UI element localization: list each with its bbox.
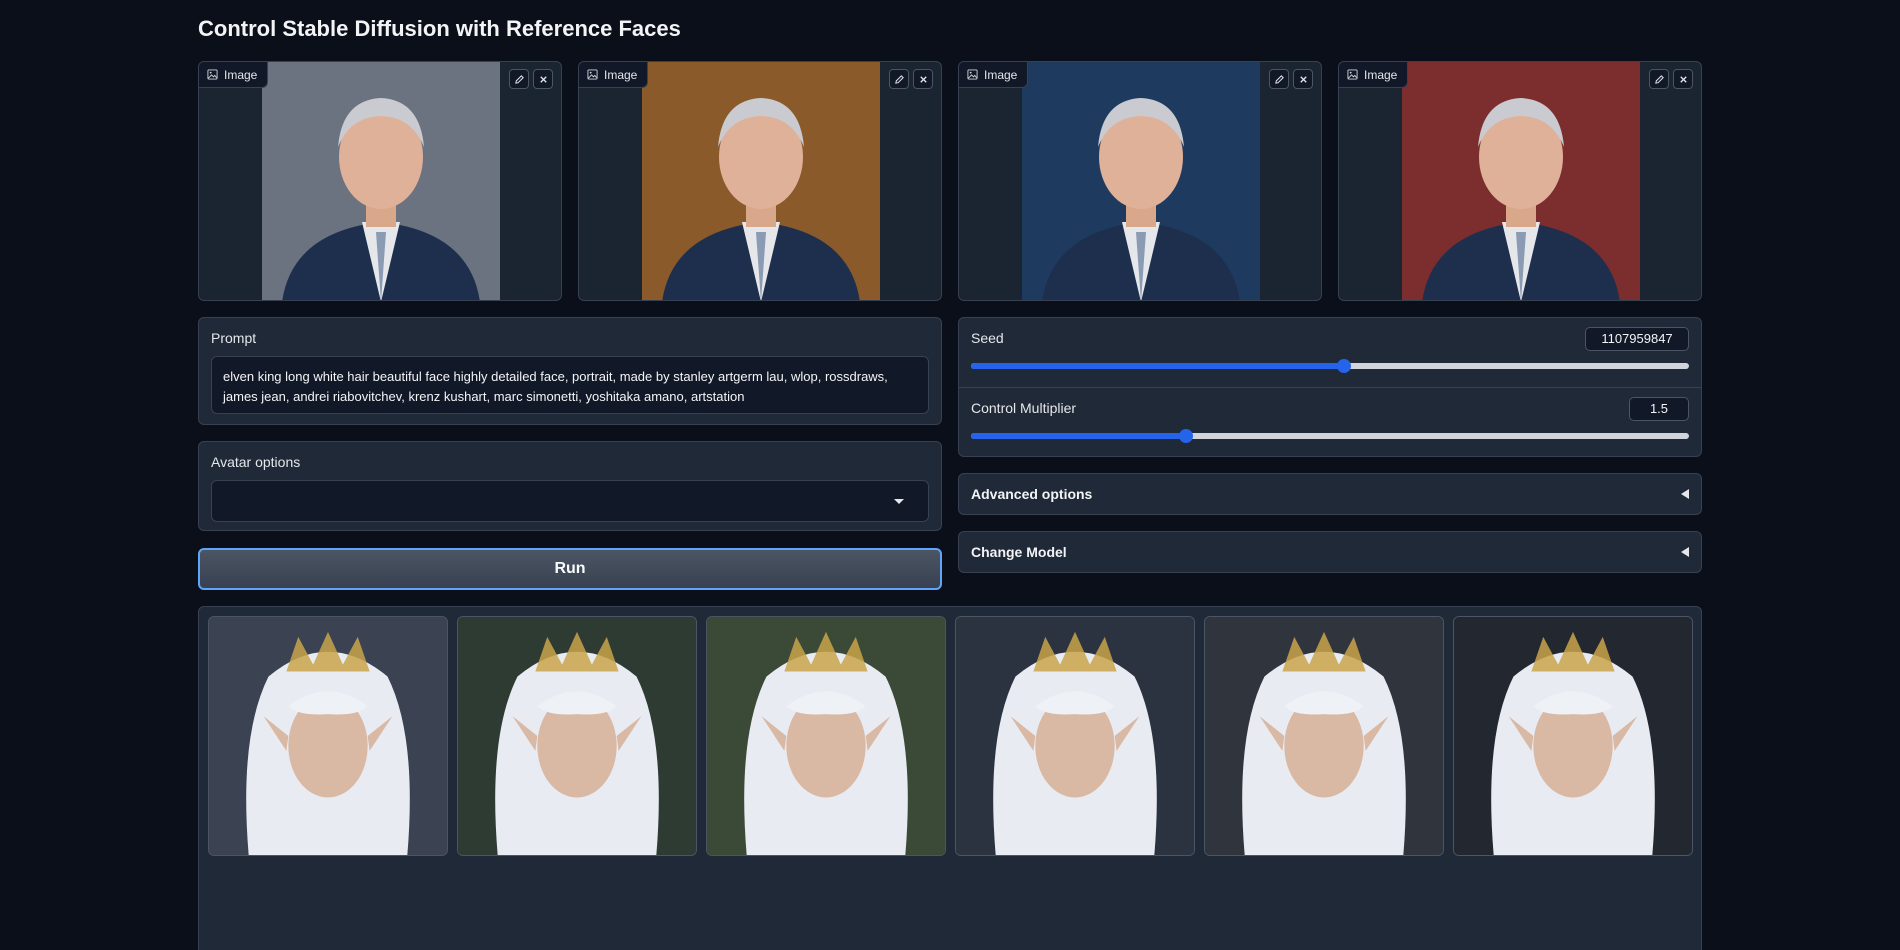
reference-image-upload[interactable]: Image — [198, 61, 562, 301]
gallery-image[interactable] — [208, 616, 448, 856]
reference-image-upload[interactable]: Image — [958, 61, 1322, 301]
chevron-down-icon — [894, 499, 904, 504]
run-button[interactable]: Run — [198, 548, 942, 590]
change-model-label: Change Model — [971, 544, 1067, 560]
portrait-photo — [642, 62, 880, 300]
clear-button[interactable] — [533, 69, 553, 89]
sliders-panel: Seed 1107959847 Control Multiplier 1.5 — [958, 317, 1702, 457]
seed-slider-handle[interactable] — [1337, 359, 1352, 373]
elf-portrait — [707, 617, 945, 855]
pencil-icon — [514, 74, 524, 84]
seed-number-input[interactable]: 1107959847 — [1585, 327, 1689, 351]
reference-image-upload[interactable]: Image — [1338, 61, 1702, 301]
gallery-image[interactable] — [955, 616, 1195, 856]
image-icon — [587, 69, 598, 80]
close-icon — [1679, 75, 1687, 83]
image-label: Image — [1339, 62, 1409, 88]
image-label-text: Image — [984, 67, 1018, 82]
avatar-options-dropdown[interactable] — [211, 480, 929, 522]
reference-image-upload[interactable]: Image — [578, 61, 942, 301]
caret-left-icon — [1681, 489, 1689, 499]
page-title: Control Stable Diffusion with Reference … — [198, 16, 681, 41]
edit-button[interactable] — [509, 69, 529, 89]
gallery-image[interactable] — [706, 616, 946, 856]
control-multiplier-slider-handle[interactable] — [1179, 429, 1194, 443]
control-multiplier-slider-fill — [971, 433, 1187, 439]
pencil-icon — [1274, 74, 1284, 84]
image-icon — [967, 69, 978, 80]
seed-slider-fill — [971, 363, 1345, 369]
advanced-options-label: Advanced options — [971, 486, 1093, 502]
prompt-label: Prompt — [211, 330, 257, 346]
control-multiplier-slider-row: Control Multiplier 1.5 — [959, 388, 1701, 458]
portrait-photo — [1402, 62, 1640, 300]
image-label: Image — [959, 62, 1029, 88]
portrait-photo — [1022, 62, 1260, 300]
gallery-image[interactable] — [1204, 616, 1444, 856]
image-label-text: Image — [224, 67, 258, 82]
image-icon — [207, 69, 218, 80]
clear-button[interactable] — [1673, 69, 1693, 89]
clear-button[interactable] — [913, 69, 933, 89]
clear-button[interactable] — [1293, 69, 1313, 89]
close-icon — [1299, 75, 1307, 83]
prompt-panel: Prompt elven king long white hair beauti… — [198, 317, 942, 425]
pencil-icon — [1654, 74, 1664, 84]
close-icon — [539, 75, 547, 83]
elf-portrait — [956, 617, 1194, 855]
edit-button[interactable] — [889, 69, 909, 89]
avatar-options-panel: Avatar options — [198, 441, 942, 531]
seed-slider[interactable] — [971, 359, 1689, 373]
image-label: Image — [579, 62, 649, 88]
elf-portrait — [209, 617, 447, 855]
image-label: Image — [199, 62, 269, 88]
seed-slider-row: Seed 1107959847 — [959, 318, 1701, 388]
elf-portrait — [458, 617, 696, 855]
caret-left-icon — [1681, 547, 1689, 557]
elf-portrait — [1205, 617, 1443, 855]
image-icon — [1347, 69, 1358, 80]
control-multiplier-number-input[interactable]: 1.5 — [1629, 397, 1689, 421]
pencil-icon — [894, 74, 904, 84]
gallery-image[interactable] — [457, 616, 697, 856]
advanced-options-accordion[interactable]: Advanced options — [958, 473, 1702, 515]
edit-button[interactable] — [1269, 69, 1289, 89]
control-multiplier-label: Control Multiplier — [971, 400, 1077, 416]
edit-button[interactable] — [1649, 69, 1669, 89]
image-label-text: Image — [604, 67, 638, 82]
image-label-text: Image — [1364, 67, 1398, 82]
seed-label: Seed — [971, 330, 1004, 346]
output-gallery — [198, 606, 1702, 950]
avatar-options-label: Avatar options — [211, 454, 301, 470]
change-model-accordion[interactable]: Change Model — [958, 531, 1702, 573]
elf-portrait — [1454, 617, 1692, 855]
control-multiplier-slider[interactable] — [971, 429, 1689, 443]
portrait-photo — [262, 62, 500, 300]
prompt-textarea[interactable]: elven king long white hair beautiful fac… — [211, 356, 929, 414]
gallery-image[interactable] — [1453, 616, 1693, 856]
close-icon — [919, 75, 927, 83]
